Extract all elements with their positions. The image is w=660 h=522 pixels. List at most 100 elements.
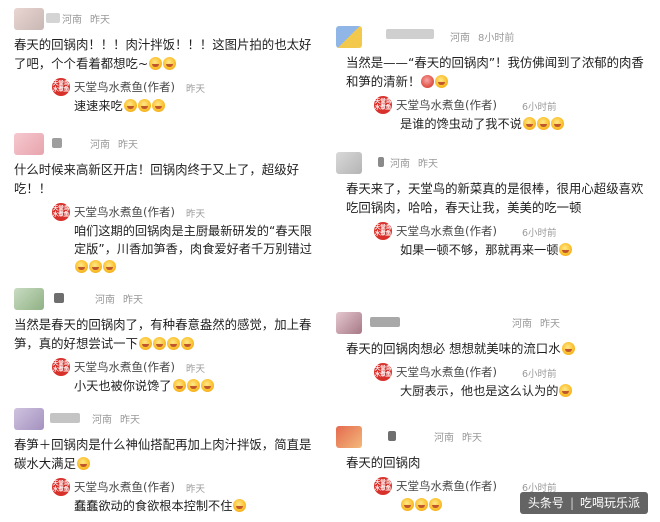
grin-emoji-icon (75, 260, 88, 273)
location-label: 河南 (434, 433, 454, 444)
reply-body: 小天也被你说馋了 (74, 379, 172, 393)
location-label: 河南 (95, 295, 115, 306)
comment-text: 春笋＋回锅肉是什么神仙搭配再加上肉汁拌饭，简直是碳水大满足 (14, 435, 314, 473)
username-blurred (50, 413, 80, 423)
reply-time: 昨天 (186, 484, 206, 495)
grin-emoji-icon (186, 379, 200, 392)
user-avatar[interactable] (14, 288, 44, 310)
platform-watermark: 头条号 | 吃喝玩乐派 (519, 492, 648, 514)
grin-emoji-icon (152, 337, 166, 350)
time-label: 昨天 (123, 295, 143, 306)
time-label: 昨天 (90, 15, 110, 26)
reply-text: 是谁的馋虫动了我不说 (400, 115, 648, 133)
comment-text: 当然是——“春天的回锅肉”！我仿佛闻到了浓郁的肉香和笋的清新！ (346, 53, 650, 91)
grin-emoji-icon (522, 117, 536, 130)
grin-emoji-icon (550, 117, 564, 130)
reply-text: 咱们这期的回锅肉是主厨最新研发的“春天限定版”，川香加笋香，肉食爱好者千万别错过 (74, 222, 318, 276)
comment-card: 河南 昨天 春天来了，天堂鸟的新菜真的是很棒，很用心超级喜欢吃回锅肉，哈哈，春天让… (330, 152, 652, 259)
user-avatar[interactable] (14, 133, 44, 155)
reply-author-name[interactable]: 天堂鸟水煮鱼(作者) (396, 364, 497, 380)
reply-author-name[interactable]: 天堂鸟水煮鱼(作者) (396, 97, 497, 113)
user-avatar[interactable] (336, 26, 362, 48)
watermark-account: 吃喝玩乐派 (579, 496, 640, 510)
comment-header: 河南 8小时前 (330, 26, 652, 48)
grin-emoji-icon (415, 498, 428, 511)
grin-emoji-icon (89, 260, 102, 273)
grin-emoji-icon (401, 498, 414, 511)
reply-text: 如果一顿不够，那就再来一顿 (400, 241, 648, 259)
location-label: 河南 (390, 159, 410, 170)
comment-text: 春天的回锅肉 (346, 453, 650, 472)
user-avatar[interactable] (14, 8, 44, 30)
meat-emoji-icon (421, 75, 435, 88)
reply-time: 昨天 (186, 364, 206, 375)
comment-meta: 河南 8小时前 (450, 29, 514, 44)
location-label: 河南 (92, 415, 112, 426)
comment-text: 什么时候来高新区开店！回锅肉终于又上了，超级好吃！！ (14, 160, 314, 198)
user-avatar[interactable] (336, 426, 362, 448)
reply-body: 咱们这期的回锅肉是主厨最新研发的“春天限定版”，川香加笋香，肉食爱好者千万别错过 (74, 224, 312, 256)
grin-emoji-icon (233, 499, 247, 512)
author-logo-icon: 天堂鸟水煮鱼 (374, 222, 392, 240)
reply-author-name[interactable]: 天堂鸟水煮鱼(作者) (74, 359, 175, 375)
comment-meta: 河南 昨天 (434, 429, 482, 444)
comment-body: 春笋＋回锅肉是什么神仙搭配再加上肉汁拌饭，简直是碳水大满足 (14, 437, 312, 471)
comment-text: 春天来了，天堂鸟的新菜真的是很棒，很用心超级喜欢吃回锅肉，哈哈，春天让我，美美的… (346, 179, 650, 217)
comment-body: 什么时候来高新区开店！回锅肉终于又上了，超级好吃！！ (14, 162, 299, 196)
grin-emoji-icon (166, 337, 180, 350)
author-logo-icon: 天堂鸟水煮鱼 (52, 203, 70, 221)
comment-body: 当然是——“春天的回锅肉”！我仿佛闻到了浓郁的肉香和笋的清新！ (346, 55, 644, 89)
author-logo-icon: 天堂鸟水煮鱼 (52, 478, 70, 496)
comment-meta: 河南 昨天 (390, 155, 438, 170)
author-reply: 天堂鸟水煮鱼 天堂鸟水煮鱼(作者) 6小时前 是谁的馋虫动了我不说 (374, 95, 648, 133)
user-avatar[interactable] (336, 152, 362, 174)
comment-header: 河南 昨天 (0, 288, 322, 310)
location-label: 河南 (62, 15, 82, 26)
reply-body: 速速来吃 (74, 99, 123, 113)
reply-time: 6小时前 (522, 369, 557, 380)
location-label: 河南 (90, 140, 110, 151)
reply-author-name[interactable]: 天堂鸟水煮鱼(作者) (396, 223, 497, 239)
watermark-separator: | (569, 496, 574, 510)
time-label: 昨天 (462, 433, 482, 444)
grin-emoji-icon (149, 57, 163, 70)
location-label: 河南 (512, 319, 532, 330)
author-reply: 天堂鸟水煮鱼 天堂鸟水煮鱼(作者) 6小时前 大厨表示，他也是这么认为的 (374, 362, 648, 400)
reply-author-name[interactable]: 天堂鸟水煮鱼(作者) (74, 79, 175, 95)
comment-meta: 河南 昨天 (512, 315, 560, 330)
reply-time: 6小时前 (522, 102, 557, 113)
reply-text: 速速来吃 (74, 97, 318, 115)
watermark-platform: 头条号 (527, 496, 564, 510)
author-reply: 天堂鸟水煮鱼 天堂鸟水煮鱼(作者) 昨天 蠢蠢欲动的食欲根本控制不住 (52, 477, 318, 515)
author-logo-icon: 天堂鸟水煮鱼 (374, 363, 392, 381)
grin-emoji-icon (429, 498, 442, 511)
grin-emoji-icon (76, 457, 90, 470)
comment-card: 河南 8小时前 当然是——“春天的回锅肉”！我仿佛闻到了浓郁的肉香和笋的清新！ 天… (330, 26, 652, 133)
author-reply: 天堂鸟水煮鱼 天堂鸟水煮鱼(作者) 昨天 小天也被你说馋了 (52, 357, 318, 395)
comment-body: 春天的回锅肉想必 想想就美味的流口水 (346, 341, 561, 356)
left-comment-column: 河南 昨天 春天的回锅肉！！！肉汁拌饭！！！这图片拍的也太好了吧，个个看着都想吃~… (0, 0, 322, 522)
reply-author-name[interactable]: 天堂鸟水煮鱼(作者) (74, 479, 175, 495)
reply-time: 6小时前 (522, 228, 557, 239)
time-label: 昨天 (418, 159, 438, 170)
username-blurred (52, 138, 62, 148)
reply-author-name[interactable]: 天堂鸟水煮鱼(作者) (396, 478, 497, 494)
comment-card: 河南昨天 春笋＋回锅肉是什么神仙搭配再加上肉汁拌饭，简直是碳水大满足 天堂鸟水煮… (0, 408, 322, 515)
grin-emoji-icon (200, 379, 214, 392)
grin-emoji-icon (103, 260, 116, 273)
comment-text: 当然是春天的回锅肉了，有种春意盎然的感觉，加上春笋，真的好想尝试一下 (14, 315, 314, 353)
user-avatar[interactable] (14, 408, 44, 430)
time-label: 昨天 (540, 319, 560, 330)
smirk-emoji-icon (559, 384, 573, 397)
reply-text: 蠢蠢欲动的食欲根本控制不住 (74, 497, 318, 515)
user-avatar[interactable] (336, 312, 362, 334)
comment-meta: 河南 昨天 (90, 136, 138, 151)
author-logo-icon: 天堂鸟水煮鱼 (374, 96, 392, 114)
reply-time: 昨天 (186, 84, 206, 95)
comment-header: 河南 昨天 (0, 8, 322, 30)
reply-body: 大厨表示，他也是这么认为的 (400, 384, 559, 398)
reply-author-name[interactable]: 天堂鸟水煮鱼(作者) (74, 204, 175, 220)
comment-card: 河南 昨天 什么时候来高新区开店！回锅肉终于又上了，超级好吃！！ 天堂鸟水煮鱼 天… (0, 133, 322, 276)
author-reply: 天堂鸟水煮鱼 天堂鸟水煮鱼(作者) 昨天 速速来吃 (52, 77, 318, 115)
grin-emoji-icon (172, 379, 186, 392)
